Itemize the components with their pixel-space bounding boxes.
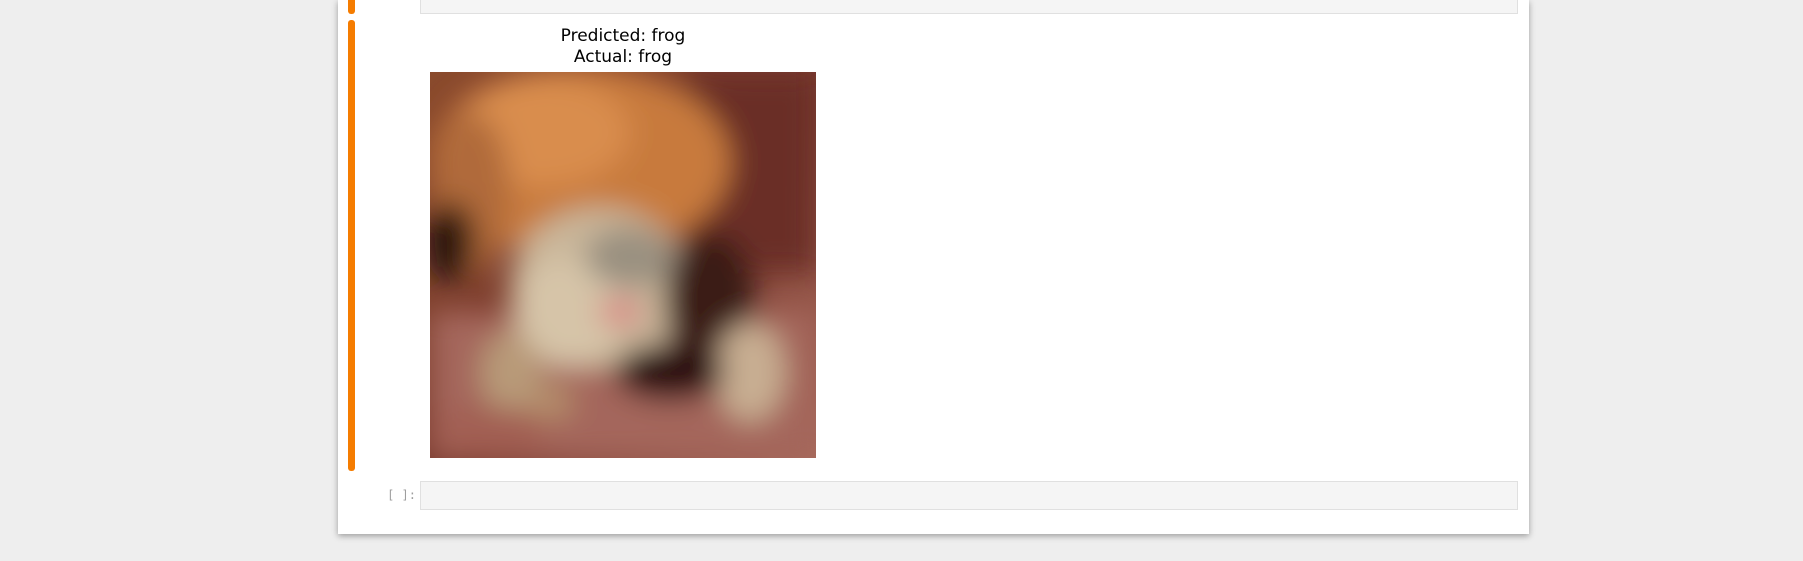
notebook-page: Predicted: frog Actual: frog []: [338,0,1529,534]
predicted-label: Predicted: frog [560,26,686,46]
previous-cell-active-bar [348,0,355,14]
actual-label: Actual: frog [573,47,673,67]
input-prompt: [ ]: [387,488,416,502]
previous-cell-input-area[interactable] [420,0,1518,14]
empty-code-cell-input[interactable] [420,481,1518,510]
plot-title: Predicted: frog Actual: frog [430,26,816,68]
output-cell-active-bar[interactable] [348,20,355,471]
frog-image [430,72,816,458]
